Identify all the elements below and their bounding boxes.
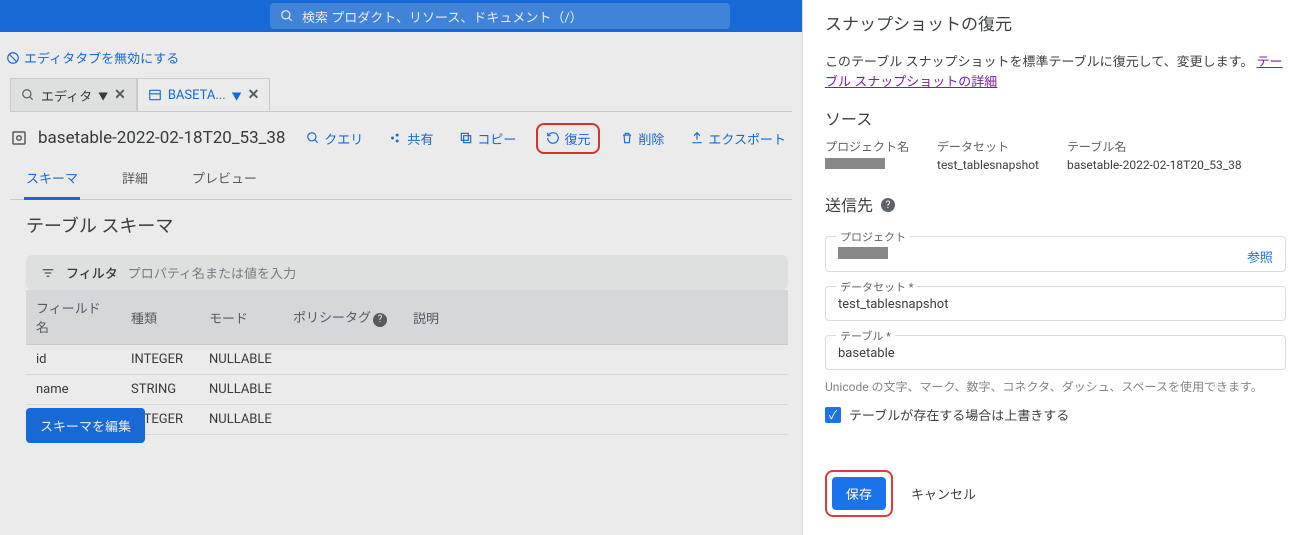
dest-project-field[interactable]: プロジェクト 参照 (825, 236, 1286, 272)
source-info: プロジェクト名 データセット test_tablesnapshot テーブル名 … (825, 138, 1286, 172)
search-icon (280, 9, 294, 23)
chevron-down-icon[interactable]: ▼ (98, 88, 108, 103)
browse-button[interactable]: 参照 (1247, 247, 1273, 266)
copy-button[interactable]: コピー (453, 125, 522, 152)
restore-snapshot-panel: スナップショットの復元 このテーブル スナップショットを標準テーブルに復元して、… (802, 0, 1306, 535)
close-icon[interactable]: ✕ (248, 87, 260, 103)
schema-filter[interactable]: フィルタ プロパティ名または値を入力 (26, 255, 788, 290)
table-icon (148, 88, 162, 102)
export-button[interactable]: エクスポート (684, 125, 792, 152)
source-heading: ソース (825, 106, 1286, 130)
detail-subtabs: スキーマ 詳細 プレビュー (10, 160, 792, 200)
source-project-label: プロジェクト名 (825, 138, 909, 155)
save-button[interactable]: 保存 (832, 477, 886, 510)
table-name-hint: Unicode の文字、マーク、数字、コネクタ、ダッシュ、スペースを使用できます… (825, 378, 1286, 395)
export-icon (690, 131, 704, 145)
table-row: nameSTRINGNULLABLE (26, 375, 788, 405)
dest-dataset-field[interactable]: データセット * test_tablesnapshot (825, 286, 1286, 321)
delete-icon (620, 131, 634, 145)
tab-editor[interactable]: エディタ ▼ ✕ (10, 78, 137, 111)
tab-details[interactable]: 詳細 (120, 160, 150, 199)
filter-label: フィルタ (66, 263, 118, 282)
overwrite-checkbox-row[interactable]: ✓ テーブルが存在する場合は上書きする (825, 405, 1286, 424)
source-dataset-value: test_tablesnapshot (937, 158, 1039, 172)
filter-placeholder: プロパティ名または値を入力 (128, 263, 296, 282)
filter-icon (40, 265, 56, 281)
dest-table-field[interactable]: テーブル * basetable (825, 335, 1286, 370)
cancel-button[interactable]: キャンセル (911, 484, 976, 503)
col-field: フィールド名 (26, 290, 121, 345)
source-table-value: basetable-2022-02-18T20_53_38 (1067, 158, 1242, 172)
source-dataset-label: データセット (937, 138, 1039, 155)
tab-schema[interactable]: スキーマ (24, 160, 80, 200)
checkbox-checked-icon[interactable]: ✓ (825, 407, 841, 423)
tab-basetable[interactable]: BASETA... ▼ ✕ (137, 78, 271, 111)
schema-heading: テーブル スキーマ (26, 212, 173, 238)
table-row: idINTEGERNULLABLE (26, 345, 788, 375)
tab-preview[interactable]: プレビュー (190, 160, 259, 199)
disable-editor-tabs-link[interactable]: エディタタブを無効にする (0, 48, 179, 67)
share-icon (389, 131, 403, 145)
search-placeholder: 検索 プロダクト、リソース、ドキュメント（/） (302, 7, 583, 26)
editor-tabs: エディタ ▼ ✕ BASETA... ▼ ✕ (10, 78, 792, 112)
share-button[interactable]: 共有 (383, 125, 439, 152)
chevron-down-icon[interactable]: ▼ (232, 88, 242, 103)
panel-title: スナップショットの復元 (825, 10, 1286, 35)
panel-description: このテーブル スナップショットを標準テーブルに復元して、変更します。 テーブル … (825, 53, 1286, 92)
close-icon[interactable]: ✕ (114, 87, 126, 103)
table-name: basetable-2022-02-18T20_53_38 (38, 128, 285, 148)
query-icon (21, 88, 35, 102)
destination-heading: 送信先 (825, 192, 873, 216)
help-icon[interactable]: ? (373, 313, 387, 327)
table-title-bar: basetable-2022-02-18T20_53_38 クエリ 共有 コピー… (10, 118, 792, 158)
top-search-bar: 検索 プロダクト、リソース、ドキュメント（/） (0, 0, 802, 32)
restore-button[interactable]: 復元 (536, 123, 600, 154)
restore-icon (546, 131, 560, 145)
col-policy: ポリシータグ? (283, 290, 403, 345)
disable-icon (6, 51, 20, 65)
query-button[interactable]: クエリ (300, 125, 369, 152)
copy-icon (459, 131, 473, 145)
delete-button[interactable]: 削除 (614, 125, 670, 152)
col-type: 種類 (121, 290, 199, 345)
help-icon[interactable]: ? (881, 198, 895, 212)
query-icon (306, 131, 320, 145)
edit-schema-button[interactable]: スキーマを編集 (26, 408, 145, 443)
redacted-value (825, 158, 885, 169)
snapshot-icon (10, 129, 28, 147)
col-mode: モード (199, 290, 283, 345)
source-table-label: テーブル名 (1067, 138, 1242, 155)
table-header-row: フィールド名 種類 モード ポリシータグ? 説明 (26, 290, 788, 345)
redacted-value (838, 247, 888, 259)
search-input[interactable]: 検索 プロダクト、リソース、ドキュメント（/） (270, 3, 730, 29)
col-desc: 説明 (403, 290, 788, 345)
